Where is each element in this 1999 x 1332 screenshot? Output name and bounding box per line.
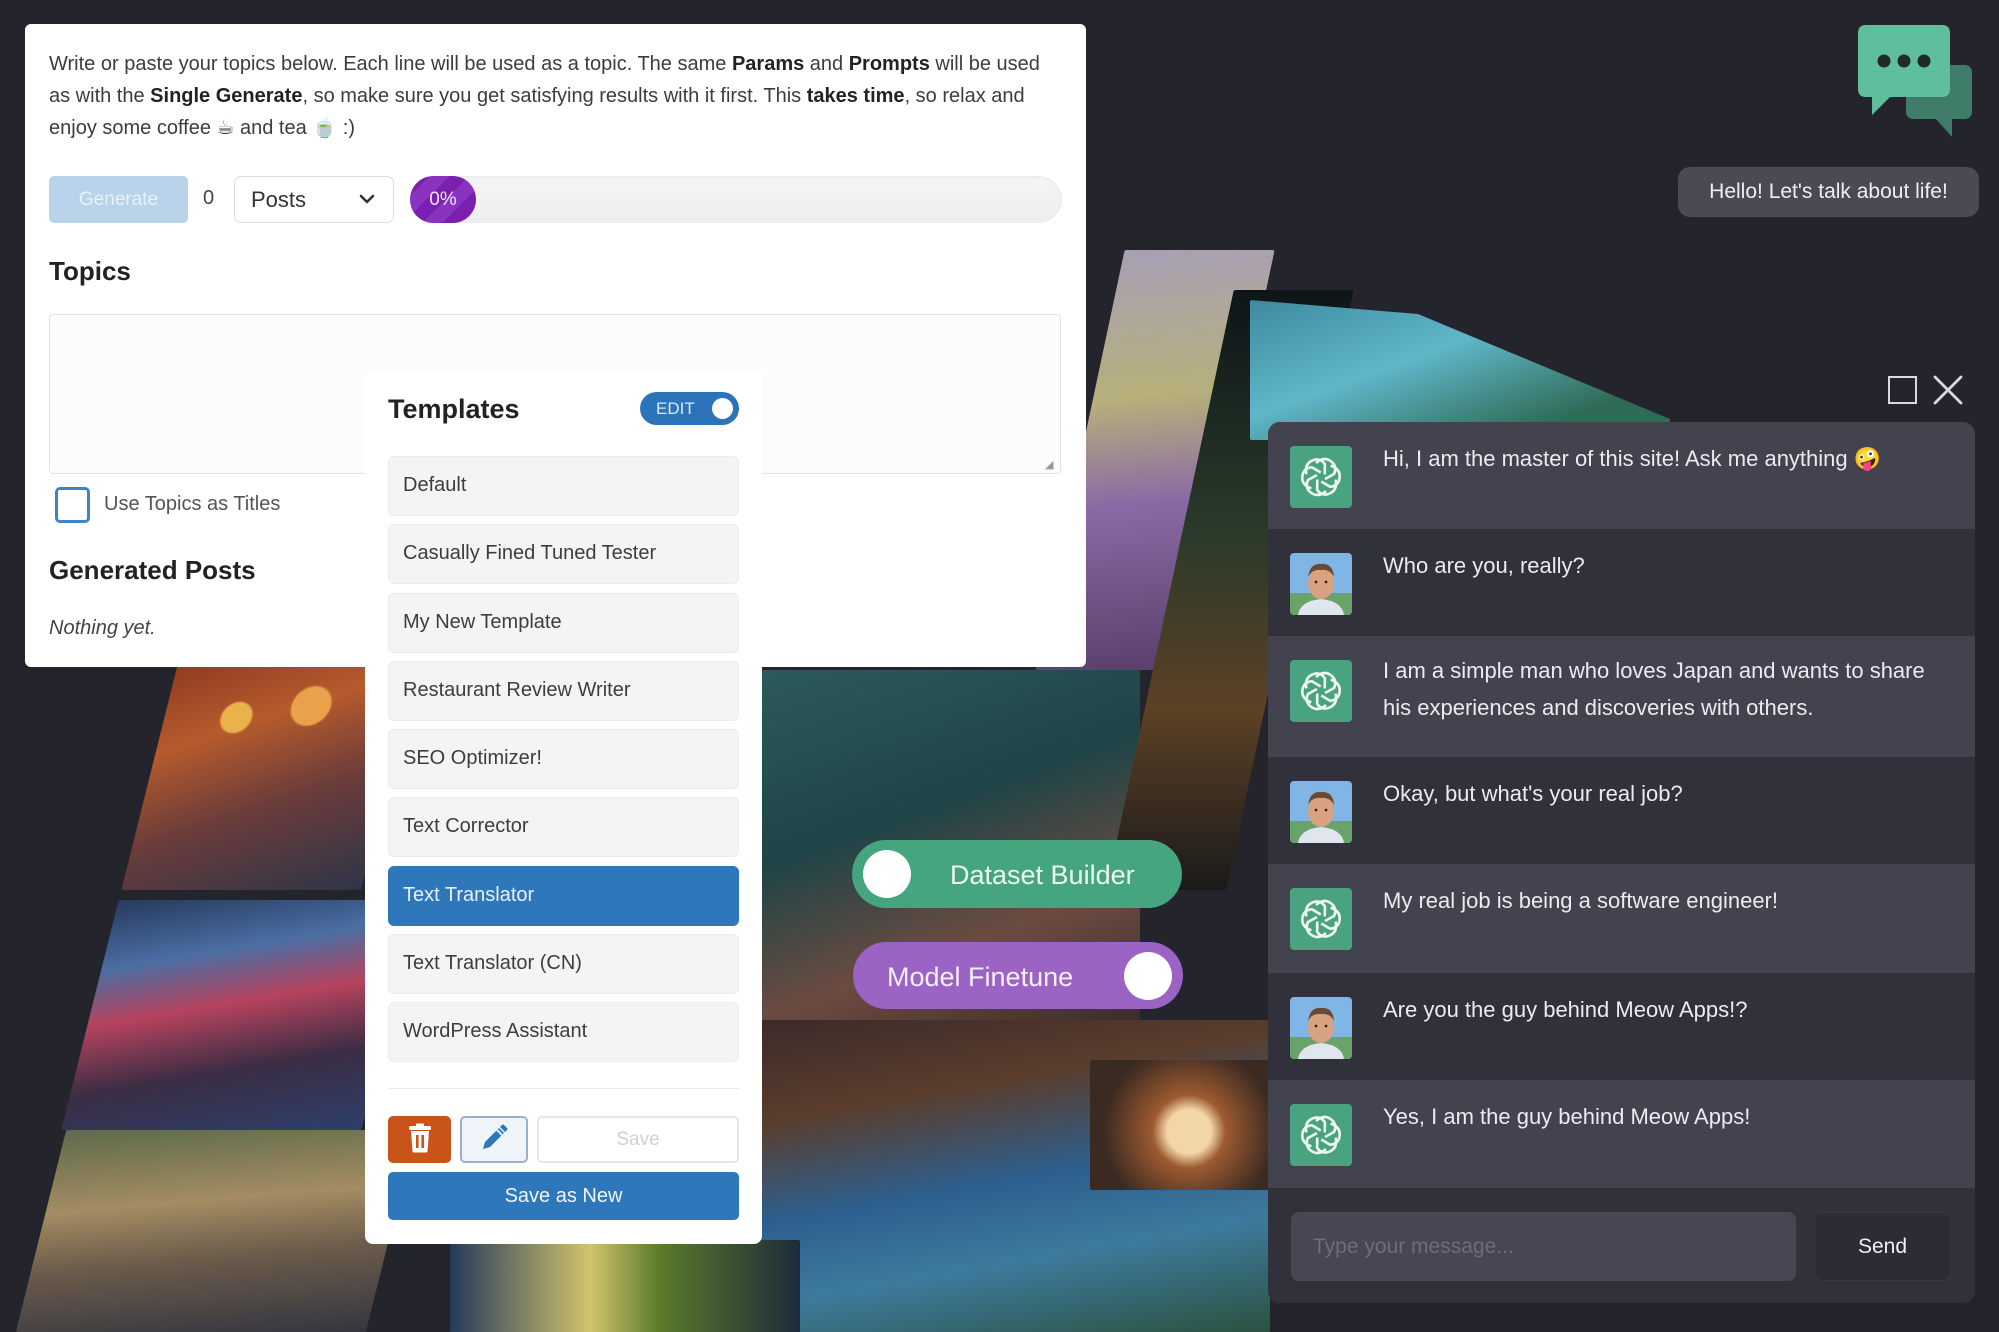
- generated-posts-heading: Generated Posts: [49, 555, 256, 585]
- chat-message-text: Are you the guy behind Meow Apps!?: [1383, 997, 1748, 1022]
- template-item[interactable]: Text Translator (CN): [388, 934, 739, 995]
- collage-image-street: [13, 1130, 417, 1332]
- template-item[interactable]: Default: [388, 456, 739, 516]
- template-item[interactable]: Text Corrector: [388, 797, 739, 858]
- progress-bar-fill: 0%: [410, 176, 476, 223]
- save-template-button[interactable]: Save: [537, 1116, 739, 1163]
- chevron-down-icon: [359, 194, 375, 204]
- collage-image-canopy: [1250, 300, 1670, 440]
- generated-posts-empty: Nothing yet.: [49, 617, 156, 639]
- chatbot-window: Hi, I am the master of this site! Ask me…: [1268, 422, 1975, 1303]
- ai-logo-icon: [1290, 660, 1352, 722]
- divider: [388, 1088, 739, 1089]
- progress-bar: 0%: [410, 176, 1062, 223]
- chat-greeting-bubble[interactable]: Hello! Let's talk about life!: [1678, 167, 1979, 217]
- collage-image-window: [450, 1240, 800, 1332]
- chat-bubbles-icon[interactable]: [1856, 25, 1974, 138]
- chat-message-input[interactable]: [1291, 1212, 1796, 1281]
- chat-message-text: My real job is being a software engineer…: [1383, 888, 1778, 913]
- user-avatar: [1290, 997, 1352, 1059]
- dataset-builder-toggle[interactable]: Dataset Builder: [852, 840, 1182, 908]
- model-finetune-label: Model Finetune: [887, 962, 1074, 992]
- use-topics-as-titles-label: Use Topics as Titles: [104, 493, 281, 515]
- template-item[interactable]: Casually Fined Tuned Tester: [388, 524, 739, 585]
- close-icon[interactable]: [1932, 374, 1964, 406]
- save-as-new-button[interactable]: Save as New: [388, 1172, 739, 1220]
- pencil-icon: [483, 1124, 508, 1149]
- user-avatar: [1290, 553, 1352, 615]
- chat-message-text: Hi, I am the master of this site! Ask me…: [1383, 446, 1882, 471]
- template-item[interactable]: WordPress Assistant: [388, 1002, 739, 1063]
- post-type-select[interactable]: Posts: [234, 176, 394, 223]
- generate-controls: Generate 0 Posts 0%: [49, 176, 1064, 223]
- edit-toggle-label: EDIT: [656, 399, 695, 418]
- edit-template-button[interactable]: [460, 1116, 528, 1163]
- ai-logo-icon: [1290, 1104, 1352, 1166]
- chat-message-user: Okay, but what's your real job?: [1268, 757, 1975, 864]
- chat-message-ai: Hi, I am the master of this site! Ask me…: [1268, 422, 1975, 529]
- chat-message-ai: I am a simple man who loves Japan and wa…: [1268, 636, 1975, 757]
- toggle-knob: [1124, 952, 1172, 1000]
- edit-toggle[interactable]: EDIT: [640, 392, 739, 425]
- model-finetune-toggle[interactable]: Model Finetune: [853, 942, 1183, 1009]
- chat-message-text: I am a simple man who loves Japan and wa…: [1383, 658, 1925, 720]
- chat-message-ai: Yes, I am the guy behind Meow Apps!: [1268, 1080, 1975, 1188]
- generate-button[interactable]: Generate: [49, 176, 188, 223]
- chat-message-user: Are you the guy behind Meow Apps!?: [1268, 973, 1975, 1080]
- chat-message-text: Who are you, really?: [1383, 553, 1585, 578]
- toggle-knob: [712, 398, 733, 419]
- templates-title: Templates: [388, 394, 520, 424]
- dataset-builder-label: Dataset Builder: [950, 860, 1135, 890]
- chat-message-user: Who are you, really?: [1268, 529, 1975, 636]
- chat-message-text: Yes, I am the guy behind Meow Apps!: [1383, 1104, 1751, 1129]
- user-avatar: [1290, 781, 1352, 843]
- post-type-value: Posts: [251, 187, 307, 212]
- template-item[interactable]: My New Template: [388, 592, 739, 653]
- chat-message-ai: My real job is being a software engineer…: [1268, 864, 1975, 973]
- template-item[interactable]: SEO Optimizer!: [388, 729, 739, 790]
- topics-heading: Topics: [49, 256, 131, 286]
- use-topics-as-titles-checkbox[interactable]: [55, 487, 90, 523]
- maximize-icon[interactable]: [1888, 376, 1917, 404]
- templates-list: Default Casually Fined Tuned Tester My N…: [388, 456, 739, 1071]
- trash-icon: [408, 1123, 431, 1153]
- bulk-generate-description: Write or paste your topics below. Each l…: [49, 53, 1040, 139]
- tea-emoji-icon: 🍵: [312, 117, 338, 139]
- send-button[interactable]: Send: [1814, 1212, 1951, 1281]
- coffee-emoji-icon: ☕: [216, 117, 235, 139]
- chat-message-text: Okay, but what's your real job?: [1383, 781, 1683, 806]
- template-item[interactable]: Text Translator: [388, 865, 739, 926]
- generated-count: 0: [203, 187, 215, 209]
- templates-panel: Templates EDIT Default Casually Fined Tu…: [365, 370, 762, 1244]
- collage-image-lantern: [1090, 1060, 1270, 1190]
- toggle-knob: [863, 850, 911, 898]
- ai-logo-icon: [1290, 446, 1352, 508]
- ai-logo-icon: [1290, 888, 1352, 950]
- delete-template-button[interactable]: [388, 1116, 451, 1163]
- resize-handle-icon[interactable]: ◢: [1045, 458, 1057, 471]
- template-item[interactable]: Restaurant Review Writer: [388, 660, 739, 721]
